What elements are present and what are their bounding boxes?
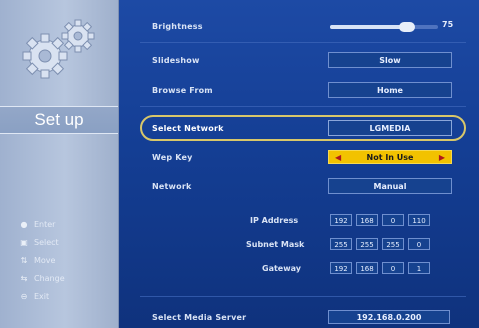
gateway-octet[interactable]: 0 [382, 262, 404, 274]
legend-label: Exit [34, 291, 50, 301]
wep-key-label: Wep Key [152, 153, 193, 162]
media-server-label: Select Media Server [152, 313, 247, 322]
gateway-octet[interactable]: 192 [330, 262, 352, 274]
gateway-octet[interactable]: 1 [408, 262, 430, 274]
media-server-value[interactable]: 192.168.0.200 [328, 310, 450, 324]
exit-icon: ⊖ [20, 291, 28, 301]
network-label: Network [152, 182, 192, 191]
dot-icon: ● [20, 219, 28, 229]
brightness-slider[interactable] [330, 22, 438, 32]
wep-key-selector[interactable]: ◀ Not In Use ▶ [328, 150, 452, 164]
ip-octet[interactable]: 0 [382, 214, 404, 226]
ip-octet[interactable]: 168 [356, 214, 378, 226]
subnet-octet[interactable]: 255 [356, 238, 378, 250]
legend-label: Select [34, 237, 59, 247]
legend-item: ⇆ Change [18, 270, 114, 286]
ip-octet[interactable]: 110 [408, 214, 430, 226]
setup-screen: Set up ● Enter ▣ Select ⇅ Move ⇆ Change … [0, 0, 479, 328]
wep-key-value: Not In Use [366, 153, 414, 162]
subnet-mask-label: Subnet Mask [246, 240, 305, 249]
arrow-right-icon[interactable]: ▶ [439, 151, 445, 165]
legend-label: Change [34, 273, 65, 283]
arrow-up-down-icon: ⇅ [20, 255, 28, 265]
legend-item: ▣ Select [18, 234, 114, 250]
subnet-octet[interactable]: 255 [330, 238, 352, 250]
slideshow-label: Slideshow [152, 56, 200, 65]
browse-from-value[interactable]: Home [328, 82, 452, 98]
square-icon: ▣ [20, 237, 28, 247]
legend-label: Move [34, 255, 56, 265]
select-network-value[interactable]: LGMEDIA [328, 120, 452, 136]
select-network-label[interactable]: Select Network [152, 124, 224, 133]
gears-icon [22, 19, 95, 79]
divider [140, 106, 466, 107]
button-legend: ● Enter ▣ Select ⇅ Move ⇆ Change ⊖ Exit [18, 216, 114, 306]
network-value[interactable]: Manual [328, 178, 452, 194]
ip-address-label: IP Address [250, 216, 299, 225]
section-title: Set up [0, 106, 118, 134]
brightness-label: Brightness [152, 22, 203, 31]
gateway-octet[interactable]: 168 [356, 262, 378, 274]
slider-knob[interactable] [399, 22, 415, 32]
subnet-octet[interactable]: 0 [408, 238, 430, 250]
gateway-label: Gateway [262, 264, 301, 273]
slideshow-value[interactable]: Slow [328, 52, 452, 68]
legend-item: ⊖ Exit [18, 288, 114, 304]
arrow-left-right-icon: ⇆ [20, 273, 28, 283]
subnet-octet[interactable]: 255 [382, 238, 404, 250]
divider [140, 296, 466, 297]
divider [140, 42, 466, 43]
legend-item: ● Enter [18, 216, 114, 232]
legend-label: Enter [34, 219, 56, 229]
ip-octet[interactable]: 192 [330, 214, 352, 226]
legend-item: ⇅ Move [18, 252, 114, 268]
left-panel: Set up ● Enter ▣ Select ⇅ Move ⇆ Change … [0, 0, 119, 328]
brightness-value: 75 [442, 20, 454, 29]
browse-from-label: Browse From [152, 86, 213, 95]
slider-fill [330, 25, 407, 29]
